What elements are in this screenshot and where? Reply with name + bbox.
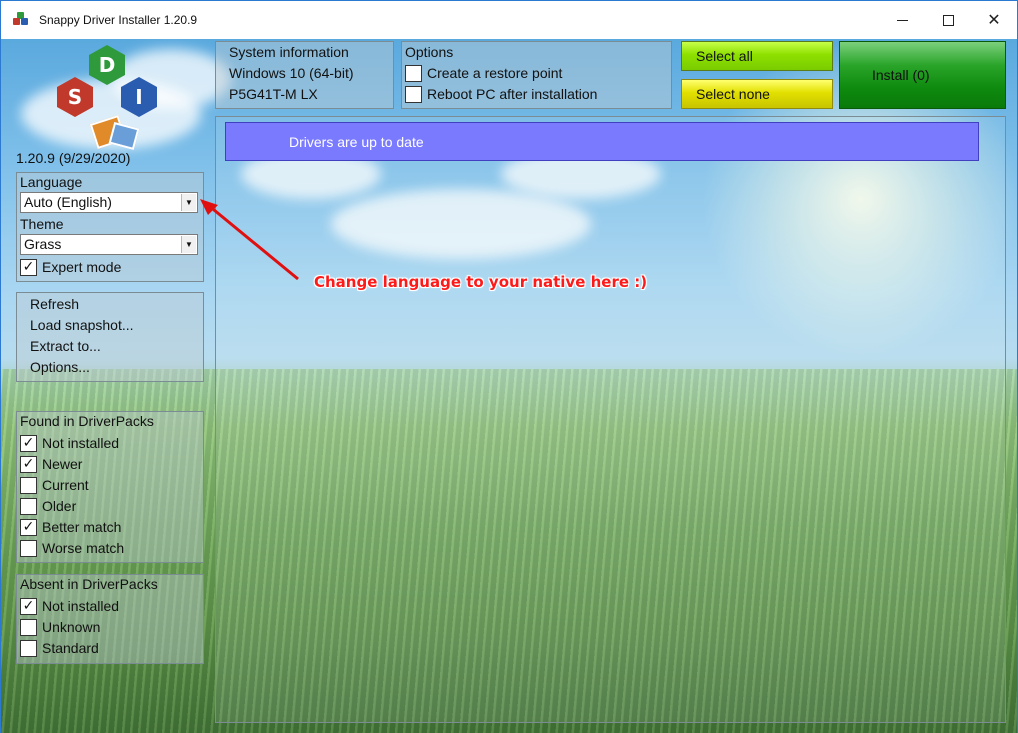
maximize-button[interactable] — [925, 1, 971, 39]
absent-not-installed-checkbox[interactable]: ✓ Not installed — [20, 596, 119, 616]
checkbox-unchecked-icon[interactable] — [20, 639, 37, 657]
absent-standard-checkbox[interactable]: Standard — [20, 638, 99, 658]
close-button[interactable]: ✕ — [971, 1, 1017, 39]
language-value: Auto (English) — [24, 194, 112, 210]
theme-dropdown[interactable]: Grass ▼ — [20, 234, 198, 255]
logo-hex-i: I — [121, 77, 157, 117]
annotation-arrow-icon — [200, 199, 299, 281]
chevron-down-icon[interactable]: ▼ — [181, 236, 196, 253]
logo-card-icon — [108, 122, 140, 150]
version-label: 1.20.9 (9/29/2020) — [16, 150, 131, 166]
checkbox-label: Not installed — [42, 598, 120, 614]
theme-value: Grass — [24, 236, 62, 252]
status-message: Drivers are up to date — [289, 133, 424, 150]
found-current-checkbox[interactable]: Current — [20, 475, 89, 495]
expert-mode-checkbox[interactable]: ✓ Expert mode — [20, 257, 121, 277]
checkbox-checked-icon[interactable]: ✓ — [20, 455, 37, 473]
checkbox-label: Not installed — [42, 435, 120, 451]
checkbox-label: Standard — [42, 640, 99, 656]
found-worse-match-checkbox[interactable]: Worse match — [20, 538, 124, 558]
select-all-label: Select all — [696, 48, 753, 64]
found-newer-checkbox[interactable]: ✓ Newer — [20, 454, 82, 474]
install-label: Install (0) — [872, 67, 930, 83]
app-logo: D S I — [55, 45, 159, 153]
language-label: Language — [20, 174, 83, 190]
refresh-link[interactable]: Refresh — [30, 296, 79, 312]
load-snapshot-link[interactable]: Load snapshot... — [30, 317, 134, 333]
checkbox-label: Better match — [42, 519, 122, 535]
checkbox-label: Older — [42, 498, 77, 514]
select-all-button[interactable]: Select all — [681, 41, 833, 71]
system-info-title: System information — [229, 44, 349, 60]
annotation-text: Change language to your native here :) — [314, 273, 648, 291]
window-title: Snappy Driver Installer 1.20.9 — [39, 13, 198, 27]
absent-panel-title: Absent in DriverPacks — [20, 576, 158, 592]
install-button[interactable]: Install (0) — [839, 41, 1006, 109]
select-none-label: Select none — [696, 86, 770, 102]
checkbox-unchecked-icon[interactable] — [20, 539, 37, 557]
checkbox-label: Worse match — [42, 540, 125, 556]
logo-hex-s: S — [57, 77, 93, 117]
title-bar: Snappy Driver Installer 1.20.9 ✕ — [1, 1, 1017, 39]
client-area: D S I 1.20.9 (9/29/2020) Language Auto (… — [1, 39, 1017, 733]
checkbox-label: Newer — [42, 456, 83, 472]
checkbox-checked-icon[interactable]: ✓ — [20, 597, 37, 615]
reboot-label: Reboot PC after installation — [427, 86, 598, 102]
app-logo-icon — [13, 12, 29, 28]
checkbox-unchecked-icon[interactable] — [20, 476, 37, 494]
checkbox-label: Unknown — [42, 619, 101, 635]
extract-to-link[interactable]: Extract to... — [30, 338, 101, 354]
checkbox-checked-icon[interactable]: ✓ — [20, 434, 37, 452]
found-panel-title: Found in DriverPacks — [20, 413, 154, 429]
reboot-checkbox[interactable]: Reboot PC after installation — [405, 84, 597, 104]
status-banner: Drivers are up to date — [225, 122, 979, 161]
found-better-match-checkbox[interactable]: ✓ Better match — [20, 517, 121, 537]
driver-list-area — [215, 116, 1006, 723]
expert-mode-label: Expert mode — [42, 259, 122, 275]
absent-unknown-checkbox[interactable]: Unknown — [20, 617, 100, 637]
checkbox-unchecked-icon[interactable] — [20, 497, 37, 515]
logo-hex-d: D — [89, 45, 125, 85]
checkbox-checked-icon[interactable]: ✓ — [20, 518, 37, 536]
checkbox-unchecked-icon[interactable] — [20, 618, 37, 636]
system-board: P5G41T-M LX — [229, 86, 318, 102]
options-link[interactable]: Options... — [30, 359, 90, 375]
app-window: Snappy Driver Installer 1.20.9 ✕ D S I 1… — [0, 0, 1018, 733]
found-not-installed-checkbox[interactable]: ✓ Not installed — [20, 433, 119, 453]
theme-label: Theme — [20, 216, 64, 232]
minimize-button[interactable] — [879, 1, 925, 39]
found-older-checkbox[interactable]: Older — [20, 496, 76, 516]
select-none-button[interactable]: Select none — [681, 79, 833, 109]
language-dropdown[interactable]: Auto (English) ▼ — [20, 192, 198, 213]
restore-point-checkbox[interactable]: Create a restore point — [405, 63, 562, 83]
checkbox-checked-icon[interactable]: ✓ — [20, 258, 37, 276]
close-icon: ✕ — [987, 12, 1001, 29]
restore-point-label: Create a restore point — [427, 65, 563, 81]
checkbox-unchecked-icon[interactable] — [405, 64, 422, 82]
maximize-icon — [942, 14, 954, 26]
minimize-icon — [896, 19, 908, 21]
checkbox-label: Current — [42, 477, 89, 493]
options-title: Options — [405, 44, 454, 60]
chevron-down-icon[interactable]: ▼ — [181, 194, 196, 211]
system-os: Windows 10 (64-bit) — [229, 65, 354, 81]
checkbox-unchecked-icon[interactable] — [405, 85, 422, 103]
